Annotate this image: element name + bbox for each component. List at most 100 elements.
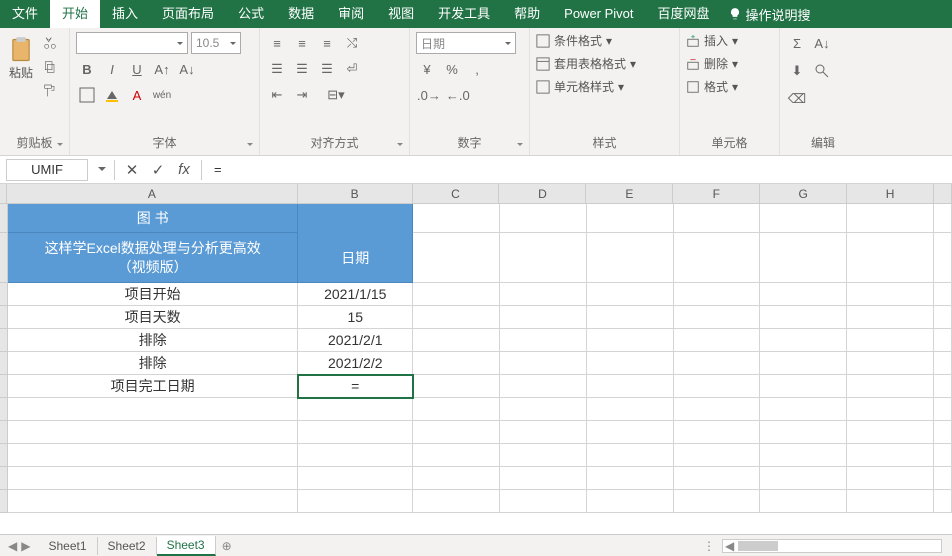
cell-a5[interactable]: 排除 (8, 329, 298, 352)
sheet-tab-bar: ◀ ▶ Sheet1 Sheet2 Sheet3 ⊕ ⋮ ◀ (0, 534, 952, 556)
cut-button[interactable] (39, 32, 61, 54)
styles-group-label: 样式 (536, 132, 673, 153)
bold-button[interactable]: B (76, 58, 98, 80)
font-color-button[interactable]: A (126, 84, 148, 106)
increase-indent-button[interactable]: ⇥ (291, 84, 313, 106)
cell-a1[interactable]: 图 书 (8, 204, 298, 233)
underline-button[interactable]: U (126, 58, 148, 80)
cell-a6[interactable]: 排除 (8, 352, 298, 375)
cell-a4[interactable]: 项目天数 (8, 306, 298, 329)
increase-decimal-button[interactable]: .0→ (416, 84, 442, 106)
currency-button[interactable]: ¥ (416, 58, 438, 80)
format-cells-button[interactable]: 格式 ▾ (686, 78, 773, 95)
sheet-tab-2[interactable]: Sheet2 (98, 537, 157, 555)
fill-color-button[interactable] (101, 84, 123, 106)
align-left-button[interactable]: ☰ (266, 58, 288, 80)
table-format-button[interactable]: 套用表格格式 ▾ (536, 55, 673, 72)
tab-power[interactable]: Power Pivot (552, 0, 645, 28)
italic-button[interactable]: I (101, 58, 123, 80)
insert-function-button[interactable]: fx (171, 157, 197, 183)
cell-b2[interactable]: 日期 (298, 233, 413, 283)
col-header-h[interactable]: H (847, 184, 934, 203)
cell[interactable] (413, 204, 500, 233)
phonetic-button[interactable]: wén (151, 84, 173, 106)
comma-button[interactable]: , (466, 58, 488, 80)
sheet-tab-3[interactable]: Sheet3 (157, 536, 216, 556)
wrap-text-button[interactable]: ⏎ (341, 58, 363, 80)
font-size-select[interactable]: 10.5 (191, 32, 241, 54)
name-box-dropdown[interactable] (94, 164, 110, 175)
percent-button[interactable]: % (441, 58, 463, 80)
horizontal-scrollbar[interactable]: ◀ (722, 539, 942, 553)
align-middle-button[interactable]: ≡ (291, 32, 313, 54)
sheet-tab-1[interactable]: Sheet1 (38, 537, 97, 555)
col-header-a[interactable]: A (7, 184, 298, 203)
decrease-font-button[interactable]: A↓ (176, 58, 198, 80)
col-header-i[interactable] (934, 184, 952, 203)
orientation-button[interactable]: ⤭ (341, 32, 363, 54)
align-right-button[interactable]: ☰ (316, 58, 338, 80)
ribbon-tabs: 文件 开始 插入 页面布局 公式 数据 审阅 视图 开发工具 帮助 Power … (0, 0, 952, 28)
tab-help[interactable]: 帮助 (502, 0, 552, 28)
decrease-indent-button[interactable]: ⇤ (266, 84, 288, 106)
col-header-g[interactable]: G (760, 184, 847, 203)
tab-splitter[interactable]: ⋮ (703, 539, 716, 553)
cell-a7[interactable]: 项目完工日期 (8, 375, 298, 398)
align-top-button[interactable]: ≡ (266, 32, 288, 54)
add-sheet-button[interactable]: ⊕ (216, 539, 238, 553)
cell-a2[interactable]: 这样学Excel数据处理与分析更高效（视频版） (8, 233, 298, 283)
number-group-label: 数字 (416, 132, 523, 153)
col-header-f[interactable]: F (673, 184, 760, 203)
tab-insert[interactable]: 插入 (100, 0, 150, 28)
paste-button[interactable]: 粘贴 (6, 36, 36, 98)
find-button[interactable] (811, 60, 833, 82)
decrease-decimal-button[interactable]: ←.0 (445, 84, 471, 106)
tab-file[interactable]: 文件 (0, 0, 50, 28)
clear-button[interactable]: ⌫ (786, 88, 808, 110)
enter-formula-button[interactable]: ✓ (145, 157, 171, 183)
cell-b4[interactable]: 15 (298, 306, 413, 329)
col-header-e[interactable]: E (586, 184, 673, 203)
cell-b6[interactable]: 2021/2/2 (298, 352, 413, 375)
select-all-button[interactable] (0, 184, 7, 203)
tab-view[interactable]: 视图 (376, 0, 426, 28)
cell-b7[interactable]: = (298, 375, 413, 398)
borders-button[interactable] (76, 84, 98, 106)
sheet-nav-prev[interactable]: ◀ (8, 539, 17, 553)
col-header-b[interactable]: B (298, 184, 413, 203)
font-name-select[interactable] (76, 32, 188, 54)
tab-data[interactable]: 数据 (276, 0, 326, 28)
tab-baidu[interactable]: 百度网盘 (646, 0, 722, 28)
delete-cells-button[interactable]: 删除 ▾ (686, 55, 773, 72)
conditional-format-button[interactable]: 条件格式 ▾ (536, 32, 673, 49)
tab-formula[interactable]: 公式 (226, 0, 276, 28)
tab-layout[interactable]: 页面布局 (150, 0, 226, 28)
sort-button[interactable]: A↓ (811, 32, 833, 54)
cell-b5[interactable]: 2021/2/1 (298, 329, 413, 352)
insert-cells-button[interactable]: 插入 ▾ (686, 32, 773, 49)
sheet-nav-next[interactable]: ▶ (21, 539, 30, 553)
fill-button[interactable]: ⬇ (786, 60, 808, 82)
increase-font-button[interactable]: A↑ (151, 58, 173, 80)
cell-b3[interactable]: 2021/1/15 (298, 283, 413, 306)
formula-bar: UMIF ✕ ✓ fx (0, 156, 952, 184)
align-center-button[interactable]: ☰ (291, 58, 313, 80)
tab-review[interactable]: 审阅 (326, 0, 376, 28)
align-bottom-button[interactable]: ≡ (316, 32, 338, 54)
tab-home[interactable]: 开始 (50, 0, 100, 28)
col-header-d[interactable]: D (499, 184, 586, 203)
cell-styles-button[interactable]: 单元格样式 ▾ (536, 78, 673, 95)
col-header-c[interactable]: C (413, 184, 500, 203)
autosum-button[interactable]: Σ (786, 32, 808, 54)
cell-a3[interactable]: 项目开始 (8, 283, 298, 306)
tell-me[interactable]: 操作说明搜 (728, 5, 811, 24)
tab-dev[interactable]: 开发工具 (426, 0, 502, 28)
number-format-select[interactable]: 日期 (416, 32, 516, 54)
format-painter-button[interactable] (39, 80, 61, 102)
merge-button[interactable]: ⊟▾ (316, 84, 356, 106)
name-box[interactable]: UMIF (6, 159, 88, 181)
cancel-formula-button[interactable]: ✕ (119, 157, 145, 183)
copy-button[interactable] (39, 56, 61, 78)
cell-b1[interactable] (298, 204, 413, 233)
formula-input[interactable] (206, 159, 952, 181)
